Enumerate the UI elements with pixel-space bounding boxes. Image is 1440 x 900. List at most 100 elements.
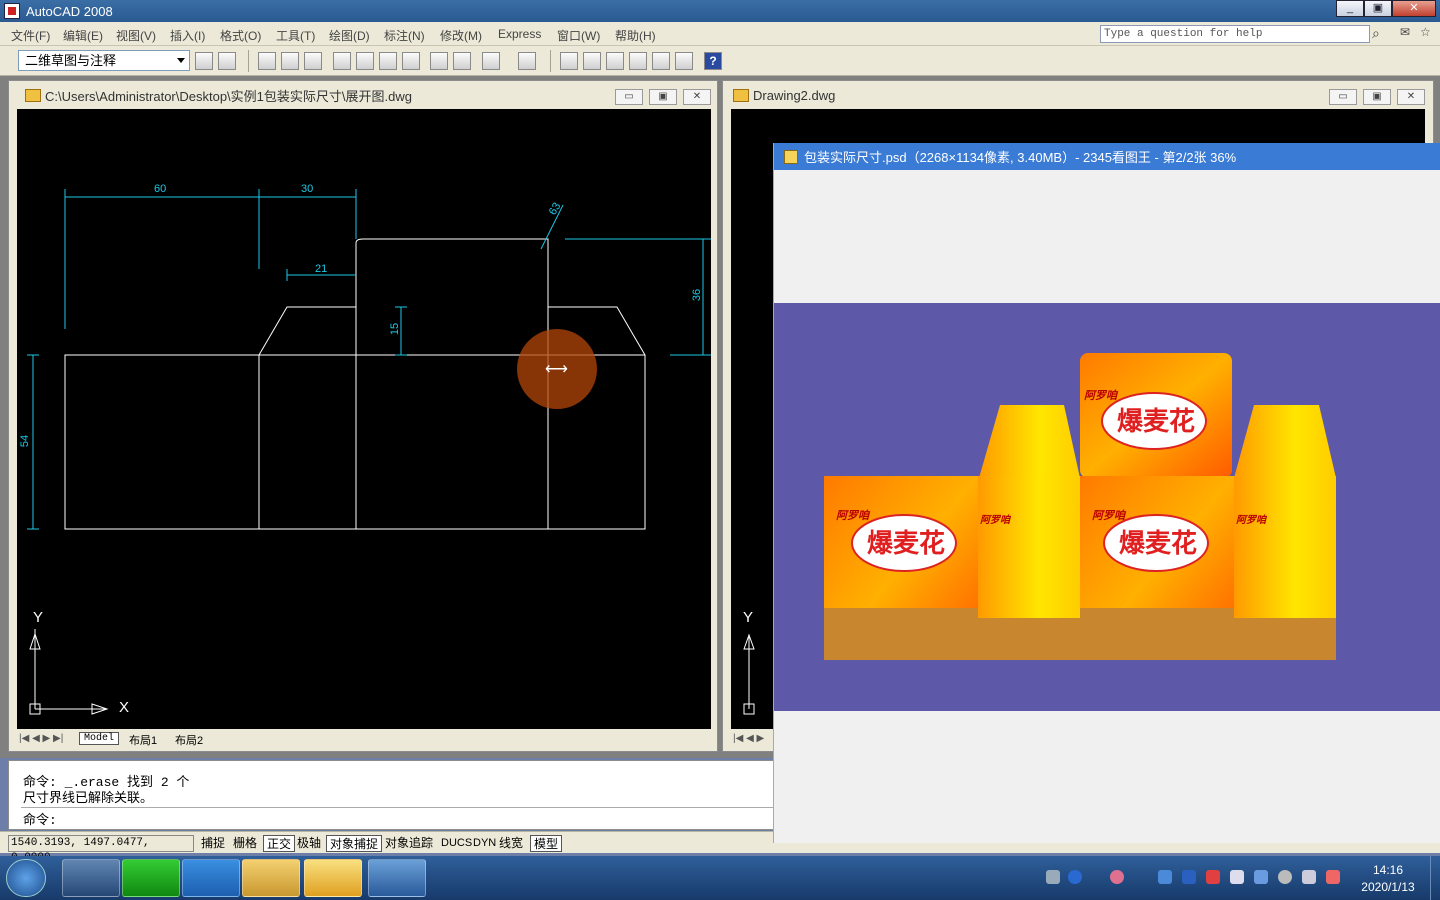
display-tray-icon[interactable] xyxy=(1254,870,1268,884)
help-search-input[interactable]: Type a question for help xyxy=(1100,25,1370,43)
command-line-window[interactable]: 命令: _.erase 找到 2 个 尺寸界线已解除关联。 命令: xyxy=(8,760,778,830)
doc-restore-button[interactable]: ▣ xyxy=(649,89,677,105)
menu-dimension[interactable]: 标注(N) xyxy=(384,27,425,44)
dimension-60[interactable]: 60 xyxy=(154,183,166,195)
dyn-toggle[interactable]: DYN xyxy=(470,835,499,852)
sync-tray-icon[interactable] xyxy=(1278,870,1292,884)
menu-view[interactable]: 视图(V) xyxy=(116,27,156,44)
grid-toggle[interactable]: 栅格 xyxy=(230,835,260,852)
open-file-icon[interactable] xyxy=(281,52,299,70)
product-label: 爆麦花 xyxy=(1117,406,1196,436)
new-file-icon[interactable] xyxy=(258,52,276,70)
help-tray-icon[interactable] xyxy=(1068,870,1082,884)
pan-icon[interactable] xyxy=(560,52,578,70)
redo-icon[interactable] xyxy=(518,52,536,70)
menu-draw[interactable]: 绘图(D) xyxy=(329,27,370,44)
network-error-icon[interactable] xyxy=(1326,870,1340,884)
dimension-36[interactable]: 36 xyxy=(691,289,703,301)
undo-icon[interactable] xyxy=(482,52,500,70)
dimension-21[interactable]: 21 xyxy=(315,263,327,275)
menu-window[interactable]: 窗口(W) xyxy=(557,27,600,44)
show-desktop-button[interactable] xyxy=(1430,856,1440,900)
workspace-save-icon[interactable] xyxy=(218,52,236,70)
image-viewer-window[interactable]: 包装实际尺寸.psd（2268×1134像素, 3.40MB）- 2345看图王… xyxy=(773,143,1440,843)
tool-palettes-icon[interactable] xyxy=(652,52,670,70)
polar-toggle[interactable]: 极轴 xyxy=(294,835,324,852)
menu-edit[interactable]: 编辑(E) xyxy=(63,27,103,44)
tab-layout2[interactable]: 布局2 xyxy=(175,732,203,748)
system-clock[interactable]: 14:16 2020/1/13 xyxy=(1350,862,1426,896)
coordinate-readout[interactable]: 1540.3193, 1497.0477, 0.0000 xyxy=(8,835,194,864)
doc-close-button[interactable]: ✕ xyxy=(683,89,711,105)
doc2-restore-button[interactable]: ▣ xyxy=(1363,89,1391,105)
network-tray-icon[interactable] xyxy=(1158,870,1172,884)
dimension-54[interactable]: 54 xyxy=(19,435,31,447)
workspace-settings-icon[interactable] xyxy=(195,52,213,70)
save-file-icon[interactable] xyxy=(304,52,322,70)
3d-dwf-icon[interactable] xyxy=(402,52,420,70)
menu-format[interactable]: 格式(O) xyxy=(220,27,261,44)
tab-layout1[interactable]: 布局1 xyxy=(129,732,157,748)
drawing-window-1[interactable]: C:\Users\Administrator\Desktop\实例1包装实际尺寸… xyxy=(8,80,718,752)
menu-file[interactable]: 文件(F) xyxy=(11,27,50,44)
dimension-15[interactable]: 15 xyxy=(389,323,401,335)
print-icon[interactable] xyxy=(333,52,351,70)
flower-tray-icon[interactable] xyxy=(1110,870,1124,884)
publish-icon[interactable] xyxy=(379,52,397,70)
tab-nav-arrows-icon[interactable]: |◀ ◀ ▶ xyxy=(733,733,764,744)
model-space-canvas[interactable]: 60 30 21 15 36 54 63 Y X ⟷ xyxy=(17,109,711,729)
autocad-app-icon[interactable] xyxy=(4,3,20,19)
action-center-icon[interactable] xyxy=(1302,870,1316,884)
file-explorer-icon[interactable] xyxy=(242,859,300,897)
minimize-button[interactable]: _ xyxy=(1336,0,1364,17)
osnap-toggle[interactable]: 对象捕捉 xyxy=(326,835,383,852)
image-viewer-taskbar-icon[interactable] xyxy=(304,859,362,897)
model-toggle[interactable]: 模型 xyxy=(530,835,563,852)
doc2-close-button[interactable]: ✕ xyxy=(1397,89,1425,105)
properties-icon[interactable] xyxy=(606,52,624,70)
wechat-icon[interactable] xyxy=(122,859,180,897)
security-shield-icon[interactable] xyxy=(1182,870,1196,884)
tab-nav-arrows-icon[interactable]: |◀ ◀ ▶ ▶| xyxy=(19,733,63,744)
taskbar-app-icon[interactable] xyxy=(62,859,120,897)
standard-toolbar: 二维草图与注释 ? xyxy=(0,46,1440,76)
dimension-30[interactable]: 30 xyxy=(301,183,313,195)
design-center-icon[interactable] xyxy=(629,52,647,70)
menu-modify[interactable]: 修改(M) xyxy=(440,27,482,44)
doc2-minimize-button[interactable]: ▭ xyxy=(1329,89,1357,105)
print-preview-icon[interactable] xyxy=(356,52,374,70)
workspace-dropdown[interactable]: 二维草图与注释 xyxy=(18,50,190,71)
menu-help[interactable]: 帮助(H) xyxy=(615,27,656,44)
communication-center-icon[interactable]: ✉ xyxy=(1400,25,1410,39)
match-properties-icon[interactable] xyxy=(453,52,471,70)
brand-label: 阿罗咱 xyxy=(1092,510,1125,522)
cut-icon[interactable] xyxy=(430,52,448,70)
tab-model[interactable]: Model xyxy=(79,732,120,745)
maximize-button[interactable]: ▣ xyxy=(1364,0,1392,17)
packaging-image[interactable]: 阿罗咱 爆麦花 阿罗咱 爆麦花 阿罗咱 爆麦花 阿罗咱 阿罗咱 xyxy=(774,303,1440,711)
zoom-icon[interactable] xyxy=(583,52,601,70)
keyboard-icon[interactable] xyxy=(1046,870,1060,884)
volume-icon[interactable] xyxy=(1230,870,1244,884)
lineweight-toggle[interactable]: 线宽 xyxy=(496,835,526,852)
autocad-taskbar-icon[interactable] xyxy=(368,859,426,897)
snap-toggle[interactable]: 捕捉 xyxy=(198,835,228,852)
doc-minimize-button[interactable]: ▭ xyxy=(615,89,643,105)
menu-express[interactable]: Express xyxy=(498,27,541,41)
close-button[interactable]: ✕ xyxy=(1392,0,1436,17)
sogou-icon[interactable] xyxy=(182,859,240,897)
menu-tools[interactable]: 工具(T) xyxy=(276,27,315,44)
search-icon[interactable]: ⌕ xyxy=(1372,25,1380,42)
ucs-y-label: Y xyxy=(33,609,44,626)
ortho-toggle[interactable]: 正交 xyxy=(263,835,296,852)
start-button[interactable] xyxy=(6,859,46,897)
command-prompt[interactable]: 命令: xyxy=(23,809,57,828)
help-icon[interactable]: ? xyxy=(704,52,722,70)
favorites-star-icon[interactable]: ☆ xyxy=(1420,25,1431,39)
menu-insert[interactable]: 插入(I) xyxy=(170,27,205,44)
calculator-icon[interactable] xyxy=(675,52,693,70)
brand-label: 阿罗咱 xyxy=(836,510,869,522)
app-title-bar: AutoCAD 2008 _ ▣ ✕ xyxy=(0,0,1440,22)
otrack-toggle[interactable]: 对象追踪 xyxy=(382,835,436,852)
alert-tray-icon[interactable] xyxy=(1206,870,1220,884)
